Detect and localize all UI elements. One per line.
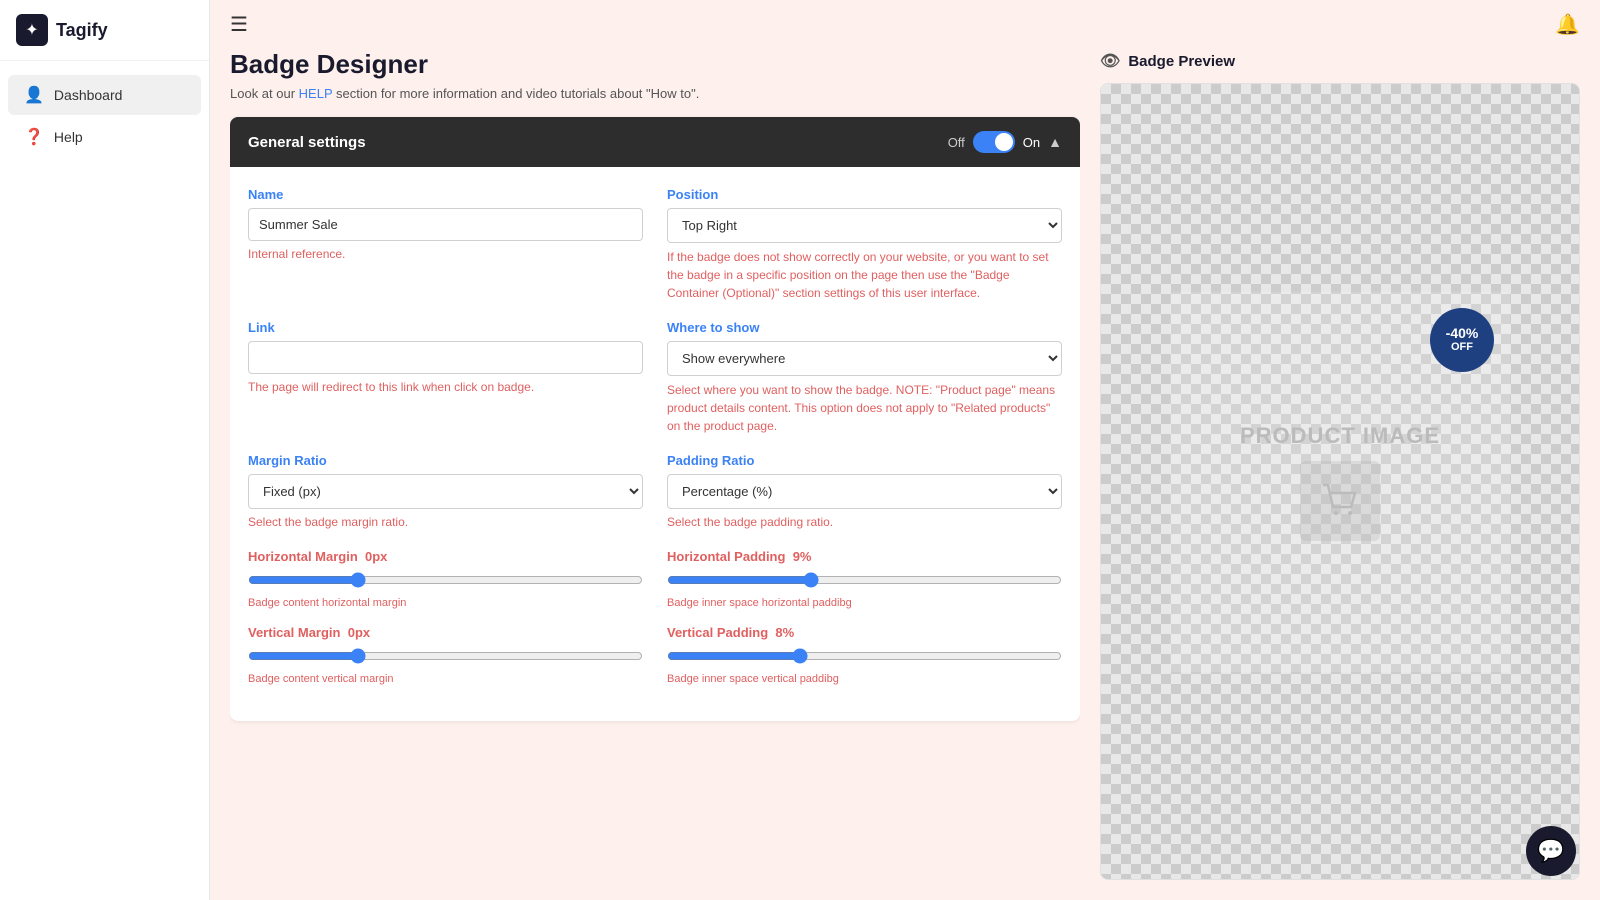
right-panel: 👁 Badge Preview -40% OFF PRODUCT IMAGE (1100, 49, 1580, 880)
position-group: Position Top Right Top Left Bottom Right… (667, 187, 1062, 302)
padding-ratio-group: Padding Ratio Fixed (px) Percentage (%) … (667, 453, 1062, 531)
sidebar-logo: ✦ Tagify (0, 0, 209, 61)
padding-ratio-hint: Select the badge padding ratio. (667, 514, 1062, 531)
link-input[interactable] (248, 341, 643, 374)
v-padding-label: Vertical Padding 8% (667, 625, 1062, 640)
v-padding-hint: Badge inner space vertical paddibg (667, 673, 1062, 685)
help-icon: ❓ (24, 127, 44, 147)
toggle-off-label: Off (948, 135, 965, 150)
v-margin-slider[interactable] (248, 648, 643, 664)
chat-button[interactable]: 💬 (1526, 826, 1576, 876)
v-margin-group: Vertical Margin 0px Badge content vertic… (248, 625, 643, 685)
settings-header: General settings Off On ▲ (230, 117, 1080, 167)
left-panel: Badge Designer Look at our HELP section … (230, 49, 1080, 880)
margin-ratio-select[interactable]: Fixed (px) Percentage (%) (248, 474, 643, 509)
app-name: Tagify (56, 20, 108, 41)
cart-icon (1300, 461, 1380, 541)
v-margin-hint: Badge content vertical margin (248, 673, 643, 685)
h-margin-slider[interactable] (248, 572, 643, 588)
v-margin-label: Vertical Margin 0px (248, 625, 643, 640)
page-body: Badge Designer Look at our HELP section … (210, 49, 1600, 900)
sidebar-item-dashboard[interactable]: 👤 Dashboard (8, 75, 201, 115)
where-to-show-group: Where to show Show everywhere Product pa… (667, 320, 1062, 435)
where-to-show-hint: Select where you want to show the badge.… (667, 381, 1062, 435)
position-select[interactable]: Top Right Top Left Bottom Right Bottom L… (667, 208, 1062, 243)
v-padding-value: 8% (775, 625, 794, 640)
product-image-label: PRODUCT IMAGE (1240, 423, 1440, 449)
padding-ratio-label: Padding Ratio (667, 453, 1062, 468)
toggle-switch[interactable] (973, 131, 1015, 153)
v-margin-value: 0px (348, 625, 370, 640)
chevron-up-icon[interactable]: ▲ (1048, 134, 1062, 150)
settings-body: Name Internal reference. Position Top Ri… (230, 167, 1080, 721)
top-bar: ☰ 🔔 (210, 0, 1600, 49)
toggle-on-label: On (1023, 135, 1040, 150)
settings-card: General settings Off On ▲ Name (230, 117, 1080, 721)
position-hint: If the badge does not show correctly on … (667, 248, 1062, 302)
name-group: Name Internal reference. (248, 187, 643, 302)
eye-icon: 👁 (1100, 51, 1120, 71)
notification-icon[interactable]: 🔔 (1555, 14, 1580, 36)
main-content: ☰ 🔔 Badge Designer Look at our HELP sect… (210, 0, 1600, 900)
toggle-thumb (995, 133, 1013, 151)
h-padding-value: 9% (793, 549, 812, 564)
chat-icon: 💬 (1537, 838, 1564, 864)
badge-percent: -40% (1446, 325, 1479, 342)
preview-title: Badge Preview (1128, 53, 1235, 70)
name-input[interactable] (248, 208, 643, 241)
page-subtitle: Look at our HELP section for more inform… (230, 86, 1080, 101)
settings-header-right: Off On ▲ (948, 131, 1062, 153)
name-hint: Internal reference. (248, 246, 643, 263)
sidebar: ✦ Tagify 👤 Dashboard ❓ Help (0, 0, 210, 900)
sidebar-item-help[interactable]: ❓ Help (8, 117, 201, 157)
where-to-show-select[interactable]: Show everywhere Product page only Catego… (667, 341, 1062, 376)
badge-circle: -40% OFF (1430, 308, 1494, 372)
h-padding-hint: Badge inner space horizontal paddibg (667, 597, 1062, 609)
logo-icon: ✦ (16, 14, 48, 46)
margin-ratio-group: Margin Ratio Fixed (px) Percentage (%) S… (248, 453, 643, 531)
h-margin-hint: Badge content horizontal margin (248, 597, 643, 609)
hamburger-menu[interactable]: ☰ (230, 12, 248, 37)
h-margin-group: Horizontal Margin 0px Badge content hori… (248, 549, 643, 609)
product-image-placeholder: PRODUCT IMAGE (1240, 423, 1440, 541)
preview-card: -40% OFF PRODUCT IMAGE (1100, 83, 1580, 880)
settings-header-label: General settings (248, 134, 366, 151)
margin-ratio-hint: Select the badge margin ratio. (248, 514, 643, 531)
padding-ratio-select[interactable]: Fixed (px) Percentage (%) (667, 474, 1062, 509)
link-label: Link (248, 320, 643, 335)
name-label: Name (248, 187, 643, 202)
preview-header: 👁 Badge Preview (1100, 49, 1580, 71)
h-margin-value: 0px (365, 549, 387, 564)
sidebar-item-help-label: Help (54, 129, 83, 145)
v-padding-slider[interactable] (667, 648, 1062, 664)
margin-ratio-label: Margin Ratio (248, 453, 643, 468)
badge-off: OFF (1451, 341, 1473, 354)
top-bar-right: 🔔 (1555, 12, 1580, 37)
v-padding-group: Vertical Padding 8% Badge inner space ve… (667, 625, 1062, 685)
where-to-show-label: Where to show (667, 320, 1062, 335)
sidebar-item-dashboard-label: Dashboard (54, 87, 123, 103)
preview-product: -40% OFF PRODUCT IMAGE (1170, 292, 1510, 672)
form-grid: Name Internal reference. Position Top Ri… (248, 187, 1062, 701)
link-group: Link The page will redirect to this link… (248, 320, 643, 435)
h-padding-slider[interactable] (667, 572, 1062, 588)
h-margin-label: Horizontal Margin 0px (248, 549, 643, 564)
help-link[interactable]: HELP (299, 86, 333, 101)
sidebar-nav: 👤 Dashboard ❓ Help (0, 61, 209, 171)
h-padding-group: Horizontal Padding 9% Badge inner space … (667, 549, 1062, 609)
h-padding-label: Horizontal Padding 9% (667, 549, 1062, 564)
dashboard-icon: 👤 (24, 85, 44, 105)
page-title: Badge Designer (230, 49, 1080, 80)
position-label: Position (667, 187, 1062, 202)
link-hint: The page will redirect to this link when… (248, 379, 643, 396)
